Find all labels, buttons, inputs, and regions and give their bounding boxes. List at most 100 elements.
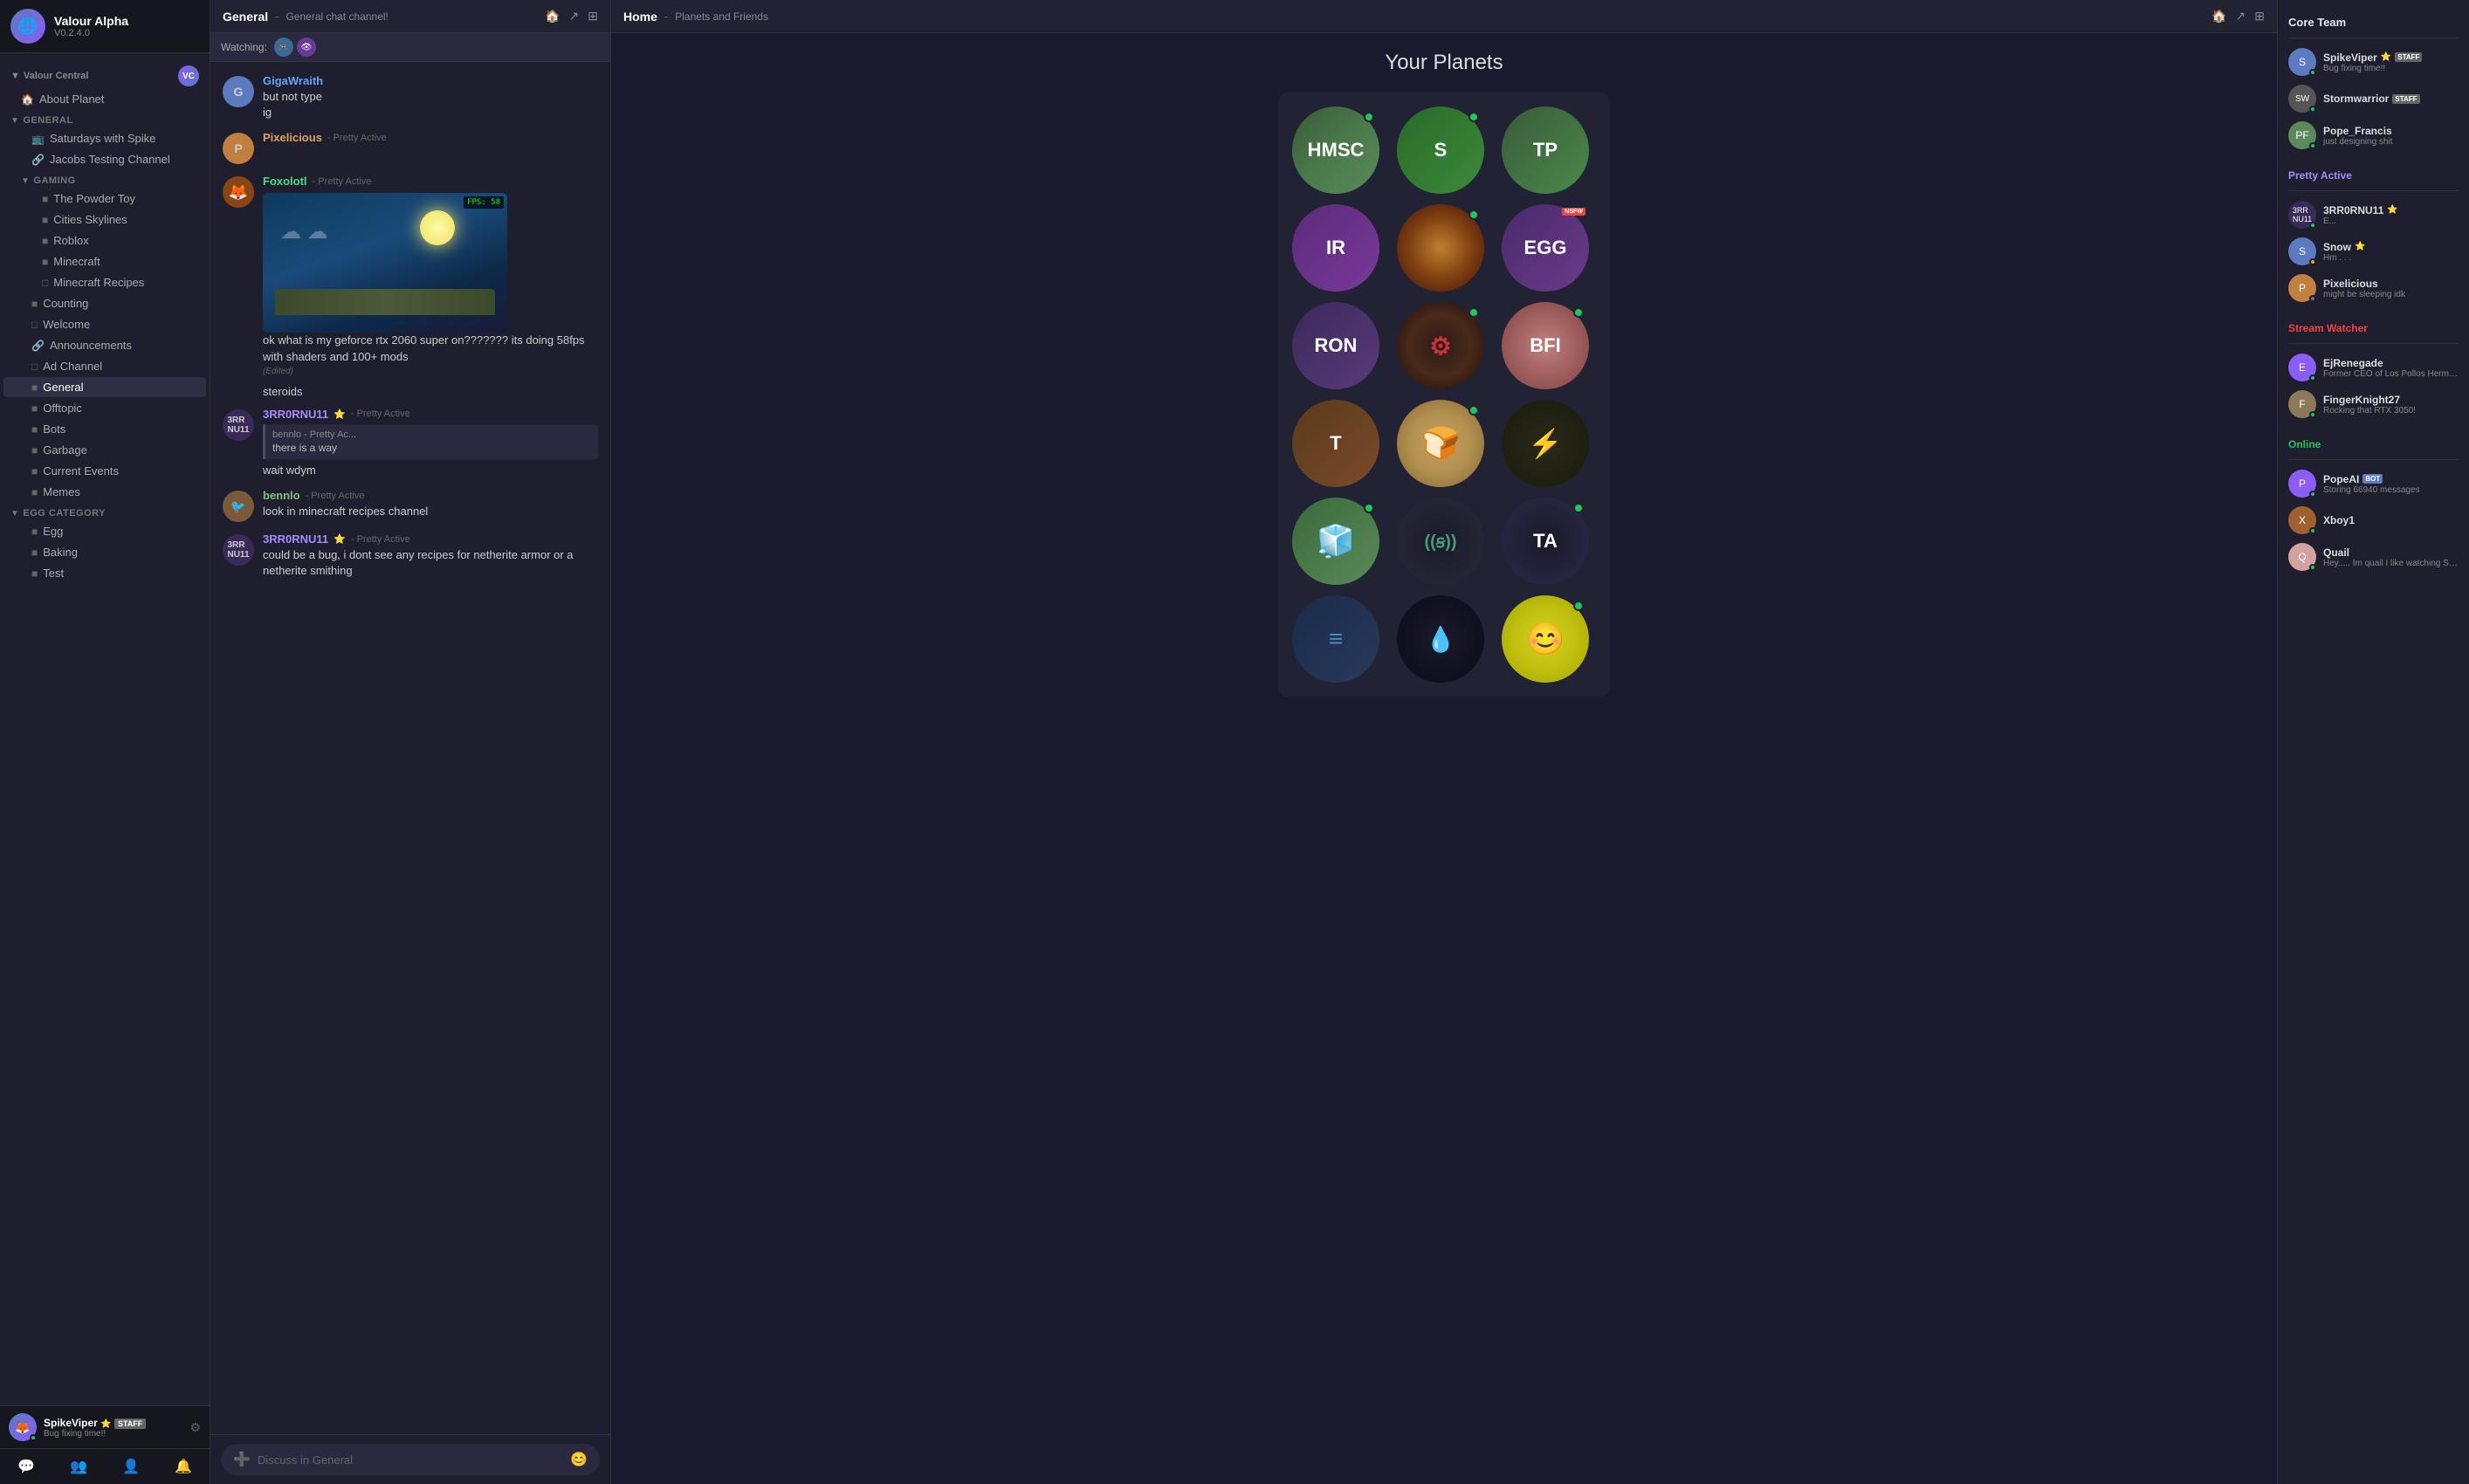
home-header-login-icon[interactable]: ↗ (2236, 9, 2246, 24)
planet-bolt[interactable]: ⚡ (1502, 400, 1589, 487)
sidebar-item-cities-skylines[interactable]: ■ Cities Skylines (3, 210, 206, 230)
right-user-fingerknight27[interactable]: F FingerKnight27 Rocking that RTX 3050! (2278, 386, 2469, 423)
sidebar-item-counting[interactable]: ■ Counting (3, 293, 206, 313)
home-header-home-icon[interactable]: 🏠 (2211, 9, 2226, 24)
popeai-status-dot (2309, 491, 2316, 498)
bottom-nav-bar: 💬 👥 👤 🔔 (0, 1448, 210, 1484)
sidebar-nav: ▼ Valour Central VC 🏠 About Planet ▼ Gen… (0, 53, 210, 1405)
3rrornu11-avatar: 3RRNU11 (2288, 201, 2316, 229)
sidebar-item-about-planet[interactable]: 🏠 About Planet (3, 89, 206, 109)
right-user-pixelicious[interactable]: P Pixelicious might be sleeping idk (2278, 270, 2469, 306)
planet-hmsc[interactable]: HMSC (1292, 106, 1379, 194)
planet-s[interactable]: S (1397, 106, 1484, 194)
planet-tp[interactable]: TP (1502, 106, 1589, 194)
settings-icon[interactable]: ⚙ (189, 1420, 201, 1435)
right-user-ejrenegade[interactable]: E EjRenegade Former CEO of Los Pollos He… (2278, 349, 2469, 386)
planet-bfi[interactable]: BFI (1502, 302, 1589, 389)
fingerknight-name: FingerKnight27 (2323, 394, 2459, 406)
channel-icon17: ■ (31, 567, 38, 580)
right-user-xboy1[interactable]: X Xboy1 (2278, 502, 2469, 539)
right-user-spikeviper[interactable]: S SpikeViper ⭐ STAFF Bug fixing time!! (2278, 44, 2469, 80)
server-name-label: Valour Central (24, 71, 89, 81)
sidebar-item-saturdays-with-spike[interactable]: 📺 Saturdays with Spike (3, 128, 206, 148)
planet-smile[interactable]: 😊 (1502, 595, 1589, 683)
right-user-3rrornu11[interactable]: 3RRNU11 3RR0RNU11 ⭐ E... (2278, 196, 2469, 233)
planet-gear[interactable]: ⚙ (1397, 302, 1484, 389)
login-header-icon[interactable]: ↗ (569, 9, 580, 24)
sidebar-category-gaming[interactable]: ▼ Gaming (0, 170, 210, 188)
sidebar-item-announcements[interactable]: 🔗 Announcements (3, 335, 206, 355)
sidebar-item-general-channel[interactable]: ■ General (3, 377, 206, 397)
msg-text: but not type (263, 89, 598, 105)
channel-icon5: □ (42, 277, 48, 289)
sidebar-item-powder-toy[interactable]: ■ The Powder Toy (3, 189, 206, 209)
right-user-popeai[interactable]: P PopeAI BOT Storing 66940 messages (2278, 465, 2469, 502)
channel-icon14: ■ (31, 486, 38, 498)
sidebar-item-bots[interactable]: ■ Bots (3, 419, 206, 439)
emoji-icon[interactable]: 😊 (570, 1451, 588, 1468)
home-channel-desc: Planets and Friends (675, 10, 768, 23)
announcements-label: Announcements (50, 339, 132, 352)
planet-t[interactable]: T (1292, 400, 1379, 487)
3rr2-text: could be a bug, i dont see any recipes f… (263, 547, 598, 579)
3rr2-status: - Pretty Active (351, 534, 410, 545)
popeai-name: PopeAI BOT (2323, 473, 2459, 485)
planet-ir[interactable]: IR (1292, 204, 1379, 292)
notifications-bottom-icon[interactable]: 🔔 (168, 1454, 199, 1479)
pixelicious-right-avatar: P (2288, 274, 2316, 302)
planet-amber[interactable] (1397, 204, 1484, 292)
chat-bottom-icon[interactable]: 💬 (10, 1454, 42, 1479)
ejrenegade-status: Former CEO of Los Pollos Hermanos on Ner… (2323, 369, 2459, 379)
egg-cat-arrow: ▼ (10, 509, 19, 519)
planet-wifi[interactable]: ((ꞩ)) (1397, 498, 1484, 585)
channel-icon13: ■ (31, 465, 38, 477)
sidebar-item-egg[interactable]: ■ Egg (3, 521, 206, 541)
sidebar-item-welcome[interactable]: □ Welcome (3, 314, 206, 334)
sidebar-item-roblox[interactable]: ■ Roblox (3, 230, 206, 251)
planet-bread[interactable]: 🍞 (1397, 400, 1484, 487)
sidebar-item-baking[interactable]: ■ Baking (3, 542, 206, 562)
right-user-snow[interactable]: S Snow ⭐ Hm . . . (2278, 233, 2469, 270)
right-user-pope-francis[interactable]: PF Pope_Francis just designing shit (2278, 117, 2469, 154)
sidebar-item-garbage[interactable]: ■ Garbage (3, 440, 206, 460)
sidebar-item-current-events[interactable]: ■ Current Events (3, 461, 206, 481)
sidebar-category-egg[interactable]: ▼ Egg Category (0, 503, 210, 520)
image-ground (275, 289, 495, 315)
home-header-icon[interactable]: 🏠 (545, 9, 560, 24)
gaming-arrow: ▼ (21, 176, 30, 186)
sidebar-item-test[interactable]: ■ Test (3, 563, 206, 583)
nsfw-badge: NSFW (1562, 208, 1585, 216)
sidebar-item-ad-channel[interactable]: □ Ad Channel (3, 356, 206, 376)
user-bottom-icon[interactable]: 👤 (115, 1454, 147, 1479)
sidebar-category-general[interactable]: ▼ General (0, 110, 210, 127)
add-input-icon[interactable]: ➕ (233, 1451, 251, 1468)
layout-header-icon[interactable]: ⊞ (588, 9, 598, 24)
fingerknight-avatar: F (2288, 390, 2316, 418)
fingerknight-status-dot (2309, 411, 2316, 418)
right-user-quail[interactable]: Q Quail Hey..... Im quail I like watchin… (2278, 539, 2469, 575)
home-header-layout-icon[interactable]: ⊞ (2254, 9, 2265, 24)
channel-icon10: ■ (31, 402, 38, 415)
planet-drop[interactable]: 💧 (1397, 595, 1484, 683)
sidebar-item-memes[interactable]: ■ Memes (3, 482, 206, 502)
message-group-3rrornu11-2: 3RRNU11 3RR0RNU11 ⭐ - Pretty Active coul… (210, 527, 610, 584)
planet-mc[interactable]: 🧊 (1292, 498, 1379, 585)
3rrornu11-status: E... (2323, 216, 2459, 226)
sidebar-item-jacobs-testing[interactable]: 🔗 Jacobs Testing Channel (3, 149, 206, 169)
quote-author: bennlo - Pretty Ac... (272, 429, 591, 440)
planet-layers[interactable]: ≡ (1292, 595, 1379, 683)
planet-ron[interactable]: RON (1292, 302, 1379, 389)
popeai-avatar: P (2288, 470, 2316, 498)
chat-text-input[interactable] (258, 1453, 563, 1467)
sidebar-item-offtopic[interactable]: ■ Offtopic (3, 398, 206, 418)
right-user-stormwarrior[interactable]: SW Stormwarrior STAFF (2278, 80, 2469, 117)
planet-egg[interactable]: NSFW EGG (1502, 204, 1589, 292)
roblox-label: Roblox (53, 234, 88, 247)
memes-label: Memes (43, 485, 80, 498)
simple-message-steroids: steroids (210, 381, 610, 402)
sidebar-item-minecraft-recipes[interactable]: □ Minecraft Recipes (3, 272, 206, 292)
planet-ta[interactable]: TA (1502, 498, 1589, 585)
sidebar-item-minecraft[interactable]: ■ Minecraft (3, 251, 206, 271)
chat-input-area: ➕ 😊 (210, 1434, 610, 1484)
group-bottom-icon[interactable]: 👥 (63, 1454, 94, 1479)
